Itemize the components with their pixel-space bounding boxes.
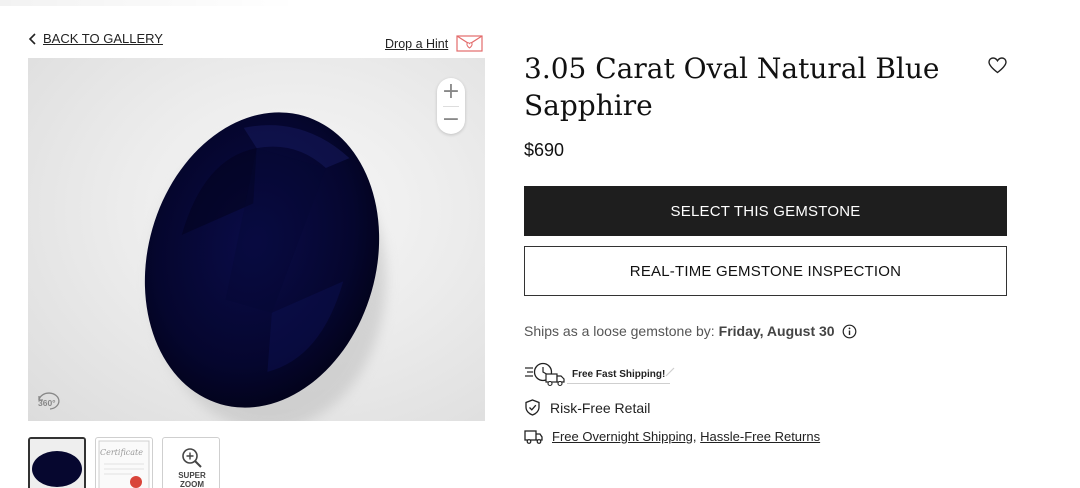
free-fast-shipping-badge: Free Fast Shipping! xyxy=(524,360,680,388)
certificate-label: Certificate xyxy=(100,448,143,457)
super-zoom-label: SUPER ZOOM xyxy=(163,471,219,488)
chevron-left-icon xyxy=(28,32,36,45)
thumbnail-gemstone[interactable] xyxy=(28,437,86,488)
magnifier-icon xyxy=(182,448,202,468)
rotate-360-icon[interactable]: 360° xyxy=(36,388,62,414)
info-icon[interactable] xyxy=(842,324,857,339)
product-title: 3.05 Carat Oval Natural Blue Sapphire xyxy=(524,52,940,122)
shipping-returns-row: Free Overnight Shipping, Hassle-Free Ret… xyxy=(524,428,820,445)
hassle-free-returns-link[interactable]: Hassle-Free Returns xyxy=(700,429,820,444)
gemstone-image xyxy=(144,112,386,421)
free-overnight-shipping-link[interactable]: Free Overnight Shipping xyxy=(552,429,693,444)
truck-clock-icon xyxy=(525,362,565,387)
thumbnail-certificate[interactable]: Certificate xyxy=(95,437,153,488)
free-fast-shipping-label: Free Fast Shipping! xyxy=(567,366,671,384)
gemstone-thumbnail-image xyxy=(30,439,84,488)
badge-tail-decoration xyxy=(665,367,675,377)
drop-a-hint-link[interactable]: Drop a Hint xyxy=(385,37,448,51)
super-zoom-label-line2: ZOOM xyxy=(180,480,204,488)
ships-prefix: Ships as a loose gemstone by: xyxy=(524,323,715,339)
back-to-gallery-label: BACK TO GALLERY xyxy=(43,31,163,46)
heart-icon[interactable] xyxy=(988,57,1007,74)
gemstone-inspection-button[interactable]: REAL-TIME GEMSTONE INSPECTION xyxy=(524,246,1007,296)
zoom-controls: + − xyxy=(437,78,465,134)
shield-check-icon xyxy=(525,399,540,416)
zoom-in-icon: + xyxy=(441,79,461,104)
envelope-heart-icon[interactable] xyxy=(456,35,483,52)
back-to-gallery-link[interactable]: BACK TO GALLERY xyxy=(28,31,163,46)
ship-date-info: Ships as a loose gemstone by: Friday, Au… xyxy=(524,323,857,339)
truck-icon xyxy=(524,430,543,444)
rotate-360-label: 360° xyxy=(38,398,56,408)
gemstone-image-viewer[interactable]: 360° xyxy=(28,58,485,421)
zoom-out-button[interactable]: − xyxy=(437,106,465,134)
zoom-out-icon: − xyxy=(441,107,461,132)
certificate-thumbnail-image xyxy=(98,440,150,488)
top-shadow xyxy=(0,0,300,6)
super-zoom-label-line1: SUPER xyxy=(178,471,206,480)
link-separator: , xyxy=(692,429,697,444)
zoom-in-button[interactable]: + xyxy=(437,78,465,106)
risk-free-retail-label: Risk-Free Retail xyxy=(550,399,651,416)
select-gemstone-button[interactable]: SELECT THIS GEMSTONE xyxy=(524,186,1007,236)
product-price: $690 xyxy=(524,140,565,160)
ships-date: Friday, August 30 xyxy=(718,323,835,339)
risk-free-retail: Risk-Free Retail xyxy=(524,399,650,416)
thumbnail-super-zoom[interactable]: SUPER ZOOM xyxy=(162,437,220,488)
